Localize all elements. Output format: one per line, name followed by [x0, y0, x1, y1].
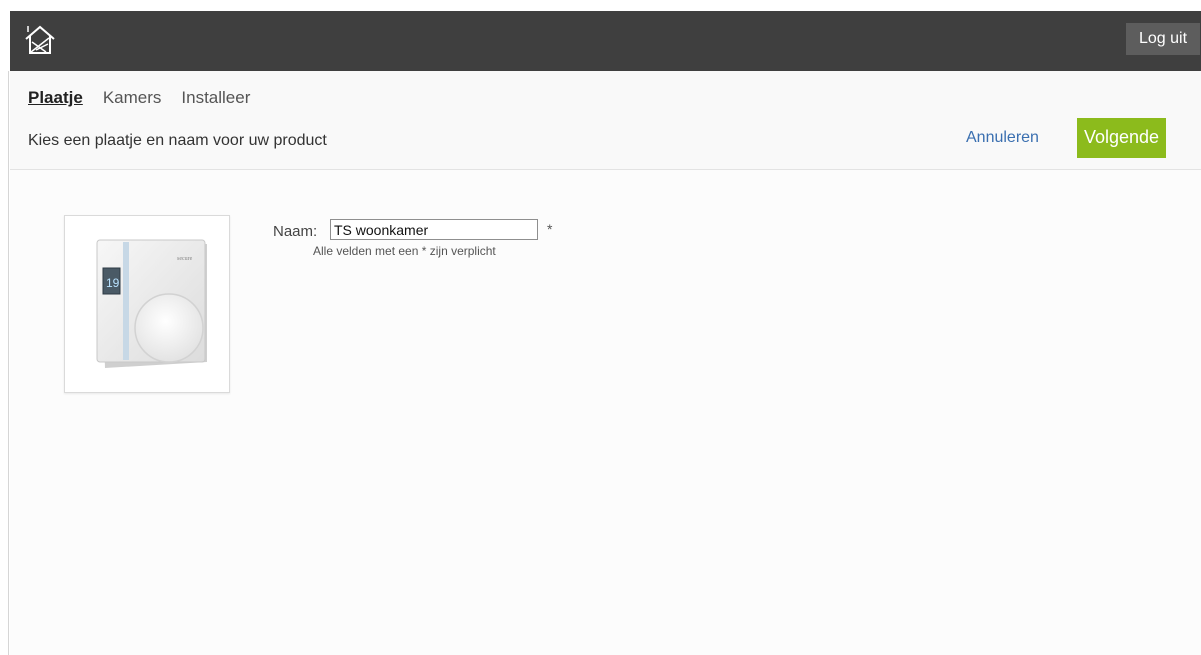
page-left-border — [8, 71, 9, 655]
main-content: 19 secure Naam: * Alle velden met een * … — [10, 170, 1201, 655]
tab-kamers[interactable]: Kamers — [103, 88, 162, 112]
next-button[interactable]: Volgende — [1077, 118, 1166, 158]
cancel-link[interactable]: Annuleren — [966, 129, 1039, 147]
required-note: Alle velden met een * zijn verplicht — [313, 244, 496, 258]
product-image-card[interactable]: 19 secure — [64, 215, 230, 393]
logout-button[interactable]: Log uit — [1126, 23, 1200, 55]
name-label: Naam: — [273, 223, 318, 240]
wizard-header: Plaatje Kamers Installeer Kies een plaat… — [10, 71, 1201, 170]
house-logo-icon[interactable] — [22, 22, 58, 58]
thermostat-image: 19 secure — [96, 239, 207, 368]
wizard-tabs: Plaatje Kamers Installeer — [28, 88, 270, 112]
thermostat-display-value: 19 — [106, 276, 120, 290]
tab-plaatje[interactable]: Plaatje — [28, 88, 83, 112]
required-marker: * — [547, 221, 553, 237]
thermostat-brand-text: secure — [177, 256, 193, 262]
top-bar: Log uit — [10, 11, 1201, 71]
tab-installeer[interactable]: Installeer — [181, 88, 250, 112]
page-subtitle: Kies een plaatje en naam voor uw product — [28, 132, 327, 149]
name-input[interactable] — [330, 219, 538, 240]
